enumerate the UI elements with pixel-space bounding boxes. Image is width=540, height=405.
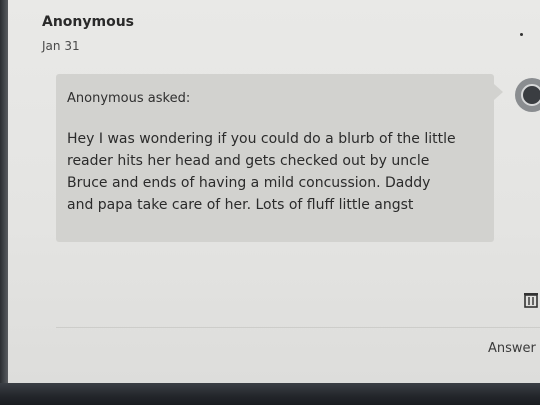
question-line: Hey I was wondering if you could do a bl…	[67, 131, 456, 147]
post-date: Jan 31	[42, 39, 80, 53]
ask-bubble-notch	[494, 84, 503, 100]
screen-bezel	[0, 383, 540, 405]
ask-question: Hey I was wondering if you could do a bl…	[67, 128, 477, 216]
avatar-icon[interactable]	[515, 78, 540, 112]
more-dot-icon[interactable]	[520, 33, 523, 36]
left-edge	[0, 0, 8, 405]
question-line: Bruce and ends of having a mild concussi…	[67, 175, 431, 191]
divider	[56, 327, 540, 328]
asker-label: Anonymous asked:	[67, 91, 191, 106]
question-line: reader hits her head and gets checked ou…	[67, 153, 430, 169]
avatar-image	[521, 84, 540, 106]
post-author[interactable]: Anonymous	[42, 14, 134, 30]
screen: Anonymous Jan 31 Anonymous asked: Hey I …	[0, 0, 540, 405]
answer-button[interactable]: Answer	[488, 341, 536, 356]
question-line: and papa take care of her. Lots of fluff…	[67, 197, 414, 213]
trash-icon[interactable]	[522, 290, 540, 308]
